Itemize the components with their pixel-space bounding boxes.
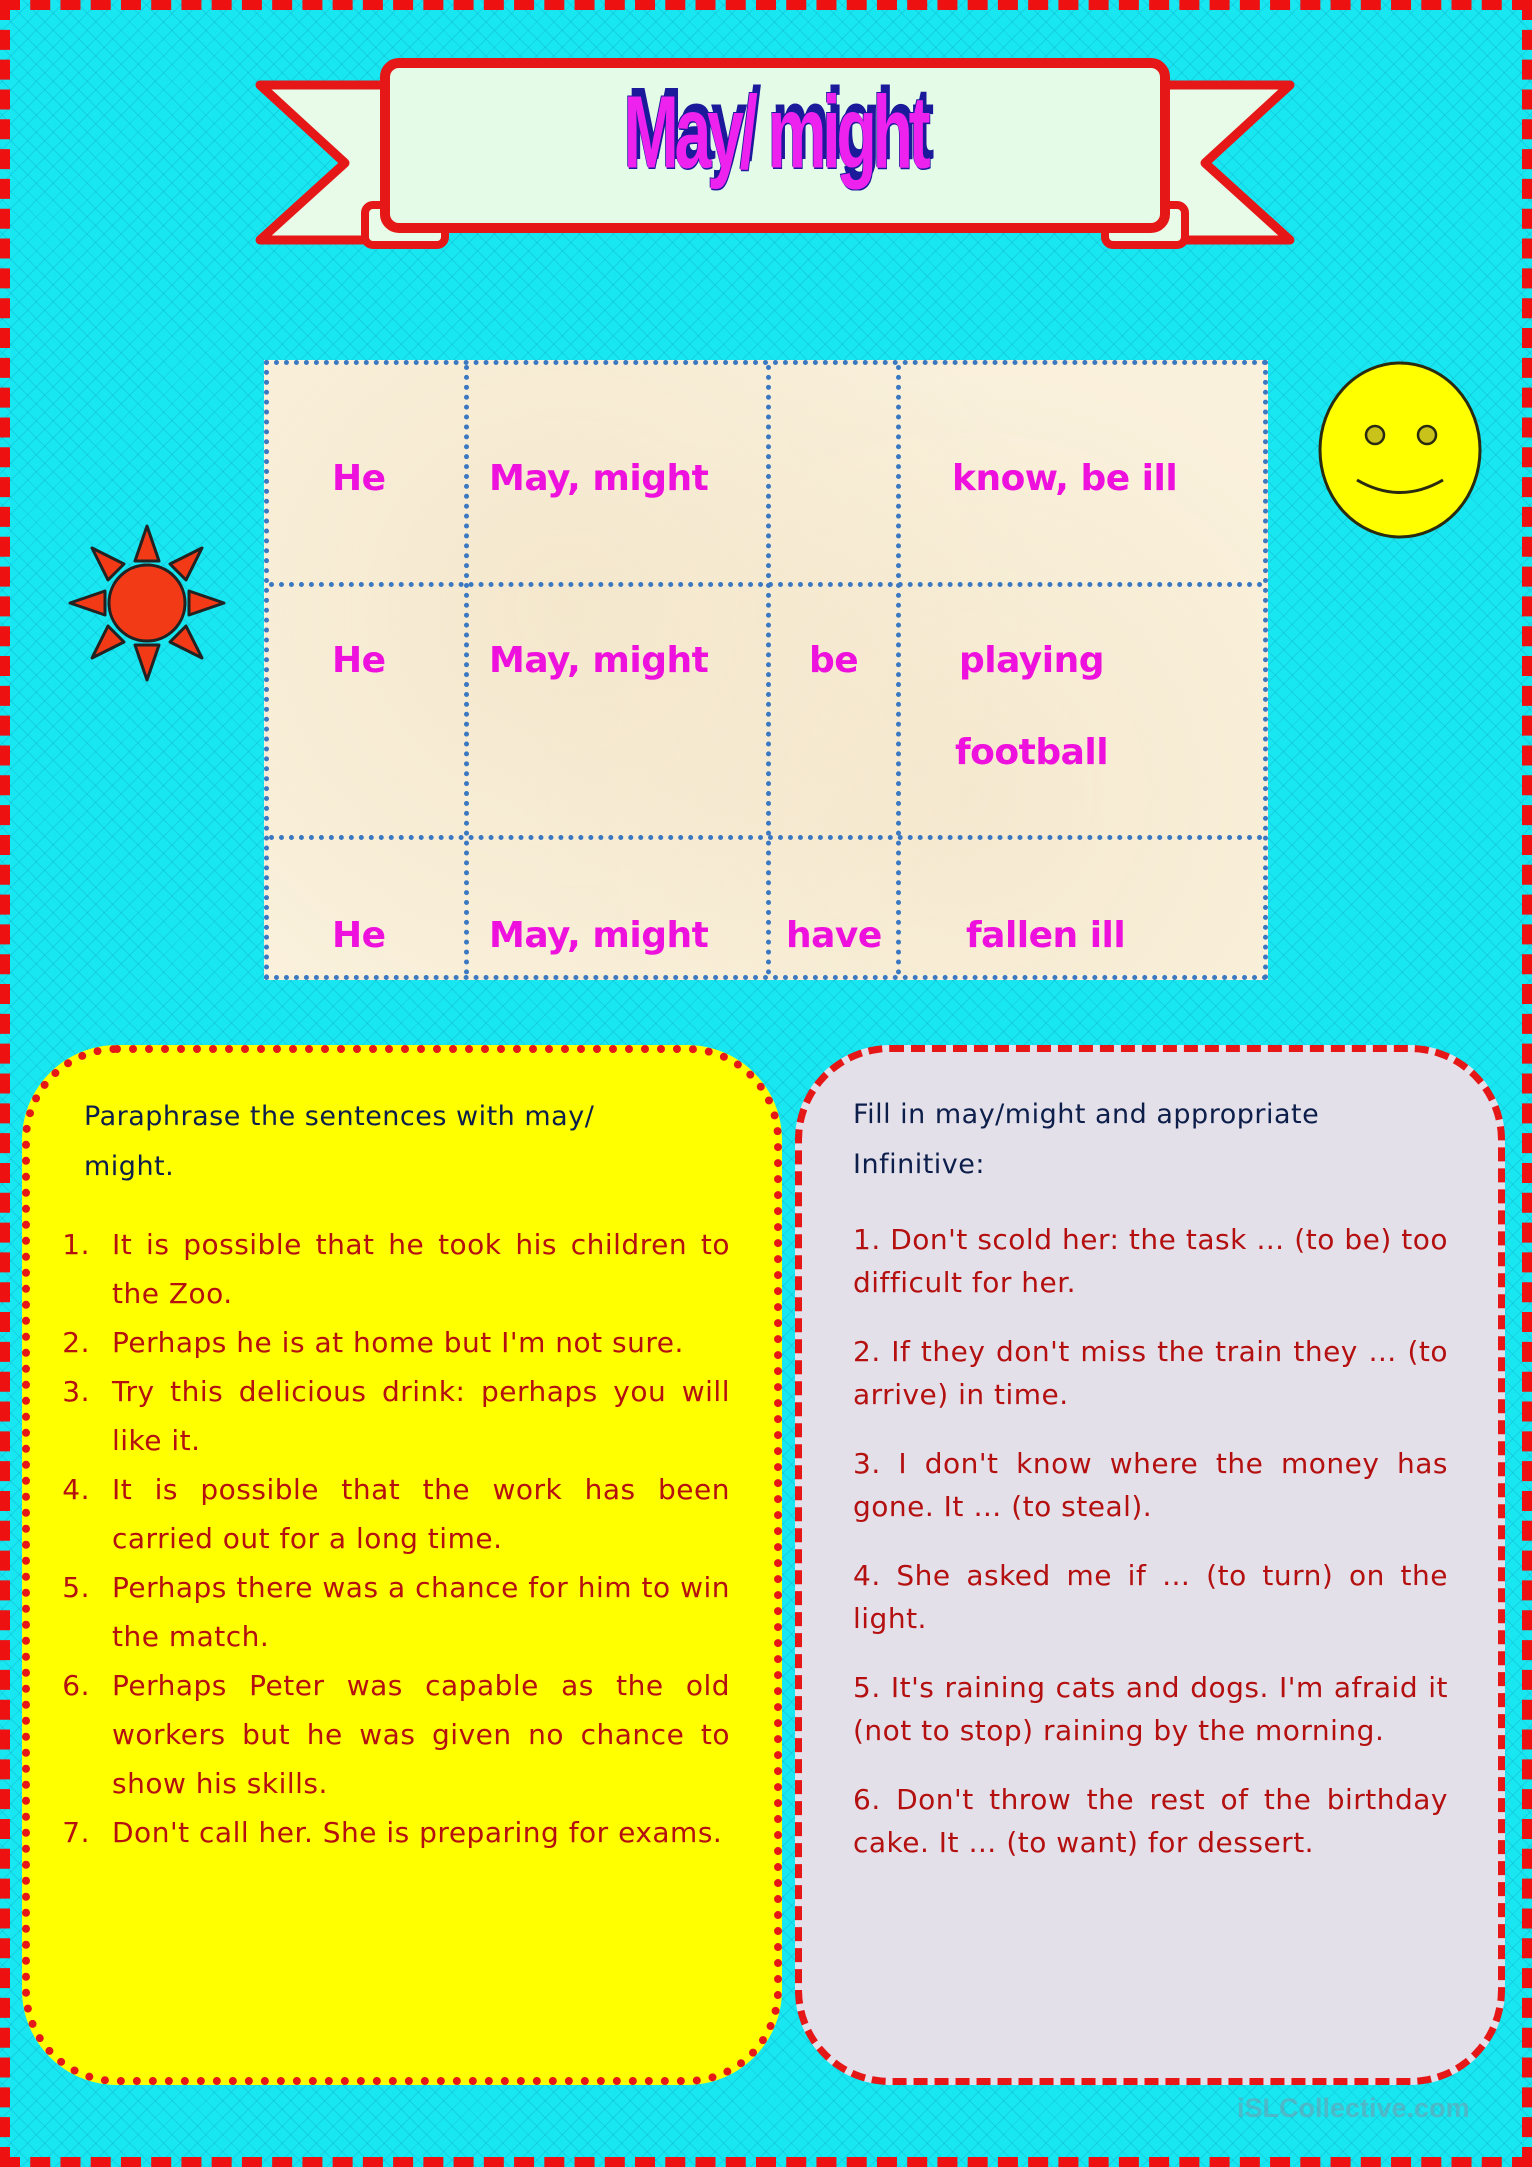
row-divider (269, 582, 1263, 587)
sun-icon (68, 524, 226, 682)
cell-verb-line2: football (955, 732, 1109, 773)
list-item: 3. Try this delicious drink: perhaps you … (62, 1375, 730, 1457)
list-item: 5. It's raining cats and dogs. I'm afrai… (853, 1671, 1448, 1747)
cell-modal: May, might (489, 640, 709, 681)
cell-verb: playing (959, 640, 1105, 681)
cell-subject: He (332, 915, 386, 956)
cell-subject: He (332, 458, 386, 499)
watermark: iSLCollective.com (1237, 2093, 1470, 2123)
paraphrase-list: 1. It is possible that he took his childr… (50, 1220, 730, 1857)
fill-in-heading: Fill in may/might and appropriate Infini… (853, 1099, 1320, 1180)
list-item: 6. Perhaps Peter was capable as the old w… (62, 1669, 730, 1800)
list-item: 3. I don't know where the money has gone… (853, 1447, 1448, 1523)
list-item: 5. Perhaps there was a chance for him to … (62, 1571, 730, 1653)
list-item: 4. She asked me if … (to turn) on the li… (853, 1559, 1448, 1635)
paraphrase-heading: Paraphrase the sentences with may/ might… (84, 1101, 595, 1182)
list-item: 1. Don't scold her: the task … (to be) t… (853, 1223, 1448, 1299)
cell-aux: be (809, 640, 859, 681)
cell-aux: have (786, 915, 882, 956)
list-item: 1. It is possible that he took his childr… (62, 1228, 730, 1310)
fill-in-list: 1. Don't scold her: the task … (to be) t… (853, 1218, 1448, 1890)
title-banner: May/ might (255, 55, 1295, 270)
grammar-table: He May, might know, be ill He May, might… (264, 360, 1268, 980)
list-item: 4. It is possible that the work has been … (62, 1473, 730, 1555)
list-item: 7. Don't call her. She is preparing for e… (62, 1816, 723, 1849)
page-title: May/ might (623, 75, 931, 191)
smiley-face-icon (1318, 361, 1482, 539)
cell-subject: He (332, 640, 386, 681)
cell-modal: May, might (489, 915, 709, 956)
list-item: 6. Don't throw the rest of the birthday … (853, 1783, 1448, 1859)
cell-modal: May, might (489, 458, 709, 499)
column-divider (464, 365, 469, 975)
row-divider (269, 835, 1263, 840)
column-divider (766, 365, 771, 975)
cell-verb: know, be ill (952, 458, 1178, 499)
column-divider (896, 365, 901, 975)
cell-verb: fallen ill (966, 915, 1126, 956)
list-item: 2. Perhaps he is at home but I'm not sure… (62, 1326, 684, 1359)
list-item: 2. If they don't miss the train they … (… (853, 1335, 1448, 1411)
